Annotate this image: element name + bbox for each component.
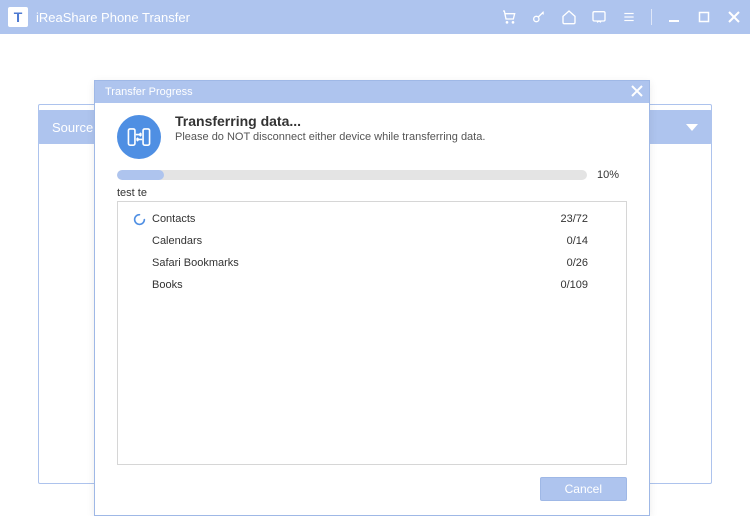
item-name: Books bbox=[152, 279, 560, 291]
spinner-placeholder bbox=[132, 256, 146, 270]
list-item: Calendars 0/14 bbox=[132, 230, 612, 252]
cart-icon[interactable] bbox=[501, 9, 517, 25]
key-icon[interactable] bbox=[531, 9, 547, 25]
menu-icon[interactable] bbox=[621, 9, 637, 25]
item-count: 0/109 bbox=[560, 279, 612, 291]
progress-percent: 10% bbox=[597, 169, 627, 181]
titlebar-divider bbox=[651, 9, 652, 25]
transfer-heading: Transferring data... bbox=[175, 113, 485, 129]
app-body: Source: Transfer Progress bbox=[0, 34, 750, 508]
item-count: 0/26 bbox=[567, 257, 612, 269]
app-titlebar: T iReaShare Phone Transfer bbox=[0, 0, 750, 34]
transfer-progress-dialog: Transfer Progress Transferring data... bbox=[94, 80, 650, 516]
list-item: Safari Bookmarks 0/26 bbox=[132, 252, 612, 274]
transfer-warning: Please do NOT disconnect either device w… bbox=[175, 131, 485, 143]
home-icon[interactable] bbox=[561, 9, 577, 25]
spinner-placeholder bbox=[132, 234, 146, 248]
item-name: Calendars bbox=[152, 235, 567, 247]
app-logo: T bbox=[8, 7, 28, 27]
dialog-header: Transfer Progress bbox=[95, 81, 649, 103]
dialog-title: Transfer Progress bbox=[105, 86, 631, 98]
test-label: test te bbox=[117, 187, 627, 199]
app-title: iReaShare Phone Transfer bbox=[36, 10, 501, 25]
chevron-down-icon bbox=[686, 124, 698, 131]
close-icon[interactable] bbox=[726, 9, 742, 25]
progress-fill bbox=[117, 170, 164, 180]
maximize-icon[interactable] bbox=[696, 9, 712, 25]
minimize-icon[interactable] bbox=[666, 9, 682, 25]
item-name: Contacts bbox=[152, 213, 560, 225]
item-name: Safari Bookmarks bbox=[152, 257, 567, 269]
item-count: 0/14 bbox=[567, 235, 612, 247]
progress-bar bbox=[117, 170, 587, 180]
transfer-items-box: Contacts 23/72 Calendars 0/14 Safari Boo… bbox=[117, 201, 627, 465]
feedback-icon[interactable] bbox=[591, 9, 607, 25]
item-count: 23/72 bbox=[560, 213, 612, 225]
transfer-icon bbox=[117, 115, 161, 159]
spinner-placeholder bbox=[132, 278, 146, 292]
list-item: Contacts 23/72 bbox=[132, 208, 612, 230]
cancel-button[interactable]: Cancel bbox=[540, 477, 627, 501]
list-item: Books 0/109 bbox=[132, 274, 612, 296]
dialog-close-icon[interactable] bbox=[631, 85, 643, 99]
spinner-icon bbox=[132, 212, 146, 226]
